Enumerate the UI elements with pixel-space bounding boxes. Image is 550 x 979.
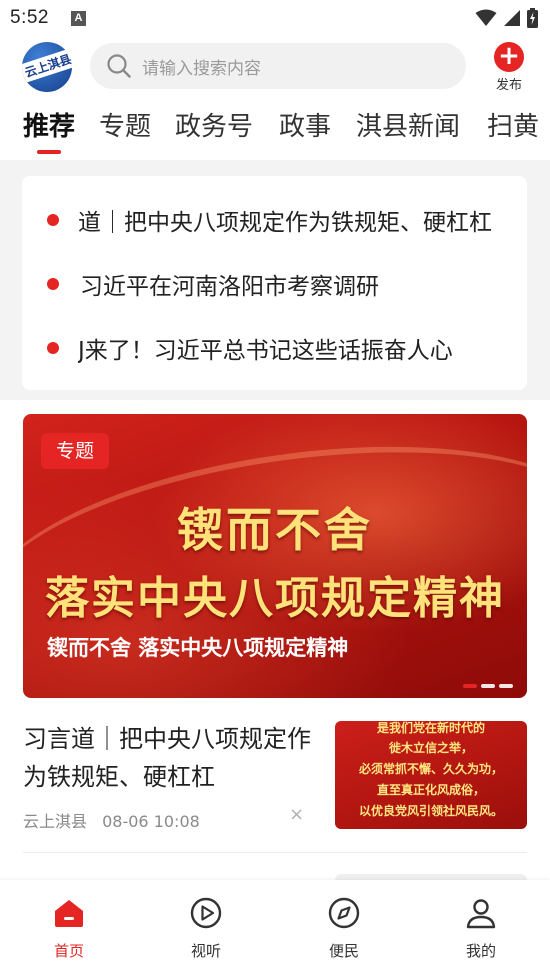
article-card[interactable]: 习言道｜把中央八项规定作为铁规矩、硬杠杠 云上淇县 08-06 10:08 × … [23, 718, 527, 852]
tab-qixian-news[interactable]: 淇县新闻 [356, 106, 460, 143]
ticker-item[interactable]: 道｜把中央八项规定作为铁规矩、硬杠杠 [22, 188, 527, 252]
active-tab-indicator [37, 150, 61, 154]
status-icons [475, 8, 538, 28]
app-logo[interactable]: 云上淇县 [22, 42, 72, 92]
tab-topics[interactable]: 专题 [99, 106, 151, 143]
nav-services[interactable]: 便民 [304, 896, 384, 961]
channel-tabs: 推荐 专题 政务号 政事 淇县新闻 扫黄 [0, 98, 550, 160]
home-icon [55, 900, 83, 927]
nav-label: 便民 [328, 942, 359, 960]
ticker-item[interactable]: 习近平在河南洛阳市考察调研 [22, 252, 527, 316]
status-time: 5:52 [10, 7, 49, 28]
ticker-item[interactable]: J来了！习近平总书记这些话振奋人心 [22, 316, 527, 380]
thumb-text-line: 直至真正化风成俗， [376, 783, 485, 797]
topic-badge: 专题 [41, 433, 109, 469]
publish-label: 发布 [495, 78, 522, 93]
plus-icon: + [494, 42, 524, 72]
search-icon [107, 54, 131, 78]
thumb-text-line: 徙木立信之举， [388, 741, 473, 755]
bullet-dot-icon [47, 342, 59, 354]
status-bar: 5:52 A [0, 0, 550, 36]
ticker-text: 道｜把中央八项规定作为铁规矩、硬杠杠 [78, 210, 492, 236]
ticker-text: 习近平在河南洛阳市考察调研 [80, 274, 379, 300]
publish-button[interactable]: + 发布 [488, 42, 530, 93]
nav-mine[interactable]: 我的 [441, 896, 521, 961]
logo-text: 云上淇县 [22, 47, 72, 84]
dismiss-icon[interactable]: × [289, 804, 304, 825]
wifi-icon [475, 9, 497, 26]
divider [23, 852, 527, 853]
compass-icon [328, 897, 360, 929]
bottom-nav: 首页 视听 便民 我的 [0, 880, 550, 979]
article-title: 习言道｜把中央八项规定作为铁规矩、硬杠杠 [23, 725, 311, 791]
signal-icon [504, 10, 520, 26]
search-input[interactable]: 请输入搜索内容 [90, 43, 466, 89]
banner-headline-line1: 锲而不舍 [177, 503, 373, 557]
search-placeholder: 请输入搜索内容 [142, 58, 261, 79]
carousel-dot [481, 684, 495, 688]
carousel-dot [499, 684, 513, 688]
tab-anti-porn[interactable]: 扫黄 [487, 106, 539, 143]
ticker-text: J来了！习近平总书记这些话振奋人心 [78, 338, 453, 364]
thumb-text-line: 是我们党在新时代的 [376, 721, 485, 735]
notification-a-icon: A [70, 10, 86, 26]
nav-label: 视听 [190, 942, 221, 960]
thumb-text-line: 必须常抓不懈、久久为功， [358, 762, 503, 776]
carousel-dot [463, 684, 477, 688]
article-meta: 云上淇县 08-06 10:08 [23, 808, 200, 832]
article-time: 08-06 10:08 [102, 812, 200, 831]
banner-headline-line2: 落实中央八项规定精神 [45, 573, 505, 624]
bullet-dot-icon [47, 214, 59, 226]
play-icon [190, 897, 222, 929]
battery-icon [527, 8, 538, 28]
nav-media[interactable]: 视听 [166, 896, 246, 961]
nav-label: 我的 [465, 942, 496, 960]
headline-ticker: 道｜把中央八项规定作为铁规矩、硬杠杠 习近平在河南洛阳市考察调研 J来了！习近平… [22, 176, 527, 390]
tab-politics[interactable]: 政事 [279, 106, 331, 143]
article-source: 云上淇县 [23, 812, 88, 831]
nav-label: 首页 [53, 942, 84, 960]
tab-gov-accounts[interactable]: 政务号 [175, 106, 253, 143]
tab-recommend[interactable]: 推荐 [23, 106, 75, 143]
bullet-dot-icon [47, 278, 59, 290]
thumb-text-line: 以优良党风引领社风民风。 [358, 804, 503, 818]
app-header: 云上淇县 请输入搜索内容 + 发布 [0, 36, 550, 98]
carousel-indicator [463, 684, 513, 688]
article-thumbnail: 是我们党在新时代的 徙木立信之举， 必须常抓不懈、久久为功， 直至真正化风成俗，… [335, 721, 527, 829]
topic-banner[interactable]: 专题 锲而不舍 落实中央八项规定精神 锲而不舍 落实中央八项规定精神 [23, 414, 527, 698]
user-icon [466, 899, 496, 929]
nav-home[interactable]: 首页 [29, 896, 109, 961]
banner-caption: 锲而不舍 落实中央八项规定精神 [47, 636, 349, 660]
section-gap [0, 160, 550, 176]
